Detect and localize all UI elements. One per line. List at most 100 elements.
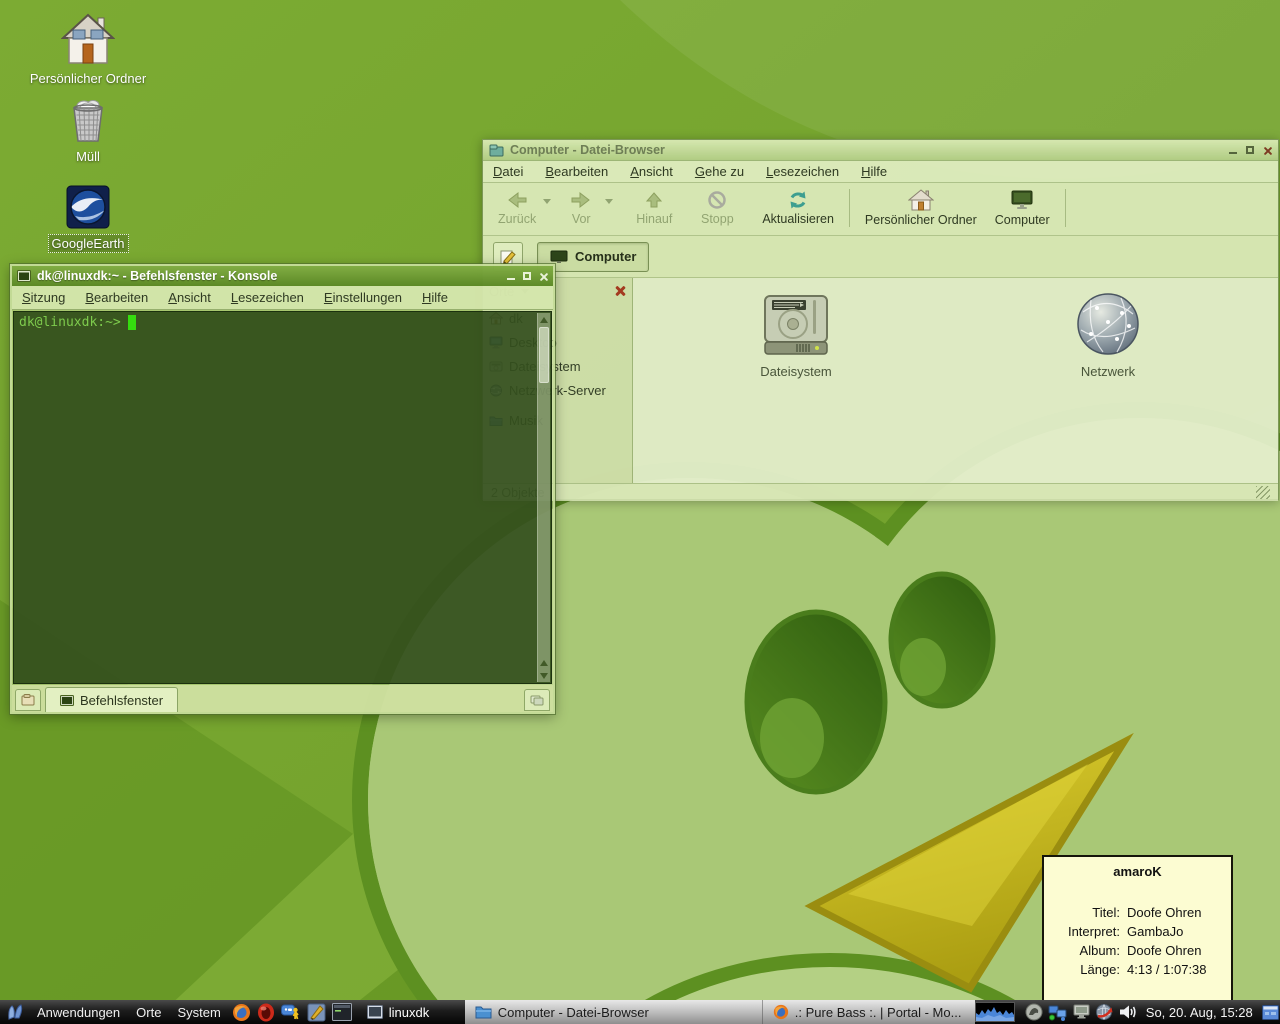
window-list-icon xyxy=(1262,1005,1279,1020)
scroll-up-icon[interactable] xyxy=(538,313,550,326)
content-item-netzwerk[interactable]: Netzwerk xyxy=(1033,292,1183,379)
konsole-window: dk@linuxdk:~ - Befehlsfenster - Konsole … xyxy=(10,264,555,714)
forward-dropdown-icon[interactable] xyxy=(605,199,613,204)
cpu-graph-icon xyxy=(976,1003,1014,1021)
resize-grip[interactable] xyxy=(1256,486,1270,499)
system-monitor-applet[interactable] xyxy=(975,1002,1015,1022)
task-linuxdk[interactable]: linuxdk xyxy=(361,1000,465,1024)
forward-arrow-icon xyxy=(569,190,593,210)
close-icon xyxy=(614,285,626,297)
terminal-scrollbar[interactable] xyxy=(537,313,550,682)
computer-icon xyxy=(1009,189,1035,211)
menu-gehe-zu[interactable]: Gehe zu xyxy=(695,164,744,179)
toolbar-separator xyxy=(849,189,850,227)
folder-icon xyxy=(475,1005,492,1019)
panel-menu-orte[interactable]: Orte xyxy=(128,1005,169,1020)
konsole-menubar: Sitzung Bearbeiten Ansicht Lesezeichen E… xyxy=(12,286,553,310)
desktop-icon-trash[interactable]: Müll xyxy=(18,96,158,166)
close-icon[interactable] xyxy=(539,272,548,281)
content-item-label: Netzwerk xyxy=(1033,364,1183,379)
up-arrow-icon xyxy=(644,190,664,210)
menu-ansicht[interactable]: Ansicht xyxy=(630,164,673,179)
home-icon xyxy=(61,12,115,66)
computer-button[interactable]: Computer xyxy=(988,187,1057,229)
pencil-icon xyxy=(499,248,517,266)
tab-befehlsfenster[interactable]: Befehlsfenster xyxy=(45,687,178,712)
desktop-icon-label: Persönlicher Ordner xyxy=(27,70,149,87)
back-button[interactable]: Zurück xyxy=(491,188,543,228)
terminal-cursor xyxy=(128,315,136,330)
minimize-icon[interactable] xyxy=(507,272,515,280)
panel-menu-system[interactable]: System xyxy=(169,1005,228,1020)
task-firefox-pure-bass[interactable]: .: Pure Bass :. | Portal - Mo... xyxy=(763,1000,975,1024)
toolbar-separator xyxy=(1065,189,1066,227)
up-button[interactable]: Hinauf xyxy=(629,188,679,228)
maximize-icon[interactable] xyxy=(523,272,531,280)
file-browser-titlebar[interactable]: Computer - Datei-Browser xyxy=(483,140,1278,161)
desktop-icon-googleearth[interactable]: GoogleEarth xyxy=(18,184,158,253)
task-group: Computer - Datei-Browser .: Pure Bass :.… xyxy=(465,1000,975,1024)
network-tray-icon[interactable] xyxy=(1048,1004,1068,1021)
menu-sitzung[interactable]: Sitzung xyxy=(22,290,65,305)
desktop-screen: Persönlicher Ordner Müll GoogleEarth xyxy=(0,0,1280,1024)
messenger-launcher[interactable] xyxy=(281,1003,301,1022)
menu-lesezeichen[interactable]: Lesezeichen xyxy=(231,290,304,305)
amarok-osd: amaroK Titel: Doofe Ohren Interpret: Gam… xyxy=(1042,855,1233,1004)
scrollbar-thumb[interactable] xyxy=(539,327,549,383)
network-globe-icon xyxy=(1073,292,1143,358)
menu-einstellungen[interactable]: Einstellungen xyxy=(324,290,402,305)
file-browser-statusbar: 2 Objekte xyxy=(483,483,1278,501)
menu-lesezeichen[interactable]: Lesezeichen xyxy=(766,164,839,179)
scroll-up-icon[interactable] xyxy=(538,656,550,669)
menu-hilfe[interactable]: Hilfe xyxy=(861,164,887,179)
scroll-down-icon[interactable] xyxy=(538,669,550,682)
refresh-icon xyxy=(787,190,809,210)
terminal-icon xyxy=(332,1003,352,1021)
menu-bearbeiten[interactable]: Bearbeiten xyxy=(85,290,148,305)
session-list-button[interactable] xyxy=(524,689,550,711)
chat-icon xyxy=(281,1003,301,1022)
window-selector-applet[interactable] xyxy=(1262,1005,1279,1020)
updater-globe-tray-icon[interactable] xyxy=(1095,1003,1114,1021)
back-arrow-icon xyxy=(505,190,529,210)
menu-hilfe[interactable]: Hilfe xyxy=(422,290,448,305)
task-file-browser[interactable]: Computer - Datei-Browser xyxy=(465,1000,763,1024)
menu-ansicht[interactable]: Ansicht xyxy=(168,290,211,305)
distro-menu-button[interactable] xyxy=(4,1002,26,1022)
stop-button[interactable]: Stopp xyxy=(693,188,741,228)
computer-icon xyxy=(550,250,568,264)
session-list-icon xyxy=(530,695,544,706)
back-dropdown-icon[interactable] xyxy=(543,199,551,204)
content-item-dateisystem[interactable]: Dateisystem xyxy=(721,292,871,379)
menu-datei[interactable]: Datei xyxy=(493,164,523,179)
close-icon[interactable] xyxy=(1263,146,1272,155)
terminal-area[interactable]: dk@linuxdk:~> xyxy=(13,311,552,684)
terminal-launcher[interactable] xyxy=(332,1003,352,1021)
new-session-button[interactable] xyxy=(15,689,41,711)
minimize-icon[interactable] xyxy=(1229,146,1237,154)
konsole-titlebar[interactable]: dk@linuxdk:~ - Befehlsfenster - Konsole xyxy=(12,266,553,286)
osd-title: amaroK xyxy=(1044,864,1231,879)
file-browser-locationbar: Computer xyxy=(483,236,1278,278)
menu-bearbeiten[interactable]: Bearbeiten xyxy=(545,164,608,179)
maximize-icon[interactable] xyxy=(1246,146,1254,154)
desktop-icon-home[interactable]: Persönlicher Ordner xyxy=(18,12,158,88)
panel-menu-anwendungen[interactable]: Anwendungen xyxy=(29,1005,128,1020)
amarok-tray-icon[interactable] xyxy=(1025,1003,1043,1021)
firefox-icon xyxy=(232,1003,251,1022)
forward-button[interactable]: Vor xyxy=(557,188,605,228)
home-button[interactable]: Persönlicher Ordner xyxy=(858,187,984,229)
firefox-launcher[interactable] xyxy=(232,1003,251,1022)
window-title: dk@linuxdk:~ - Befehlsfenster - Konsole xyxy=(37,269,501,283)
display-tray-icon[interactable] xyxy=(1073,1004,1090,1020)
writer-launcher[interactable] xyxy=(307,1003,326,1022)
clock[interactable]: So, 20. Aug, 15:28 xyxy=(1146,1005,1253,1020)
media-player-launcher[interactable] xyxy=(257,1003,275,1022)
sidebar-close-button[interactable] xyxy=(614,285,626,297)
volume-tray-icon[interactable] xyxy=(1119,1004,1138,1020)
task-label: linuxdk xyxy=(389,1005,429,1020)
pen-icon xyxy=(307,1003,326,1022)
osd-row-album: Album: Doofe Ohren xyxy=(1044,941,1231,960)
trash-icon xyxy=(64,96,112,144)
refresh-button[interactable]: Aktualisieren xyxy=(755,188,841,228)
